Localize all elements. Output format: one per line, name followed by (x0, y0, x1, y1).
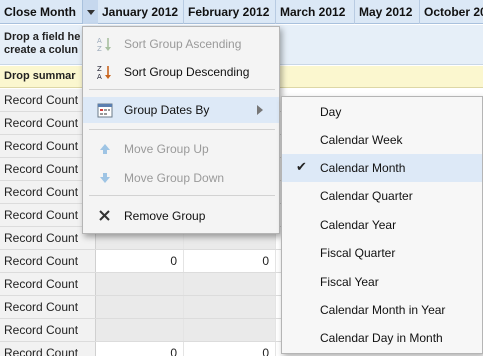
cell-value (96, 319, 184, 341)
move-group-up-item[interactable]: Move Group Up (83, 136, 279, 162)
drop-summary-hint: Drop summar (4, 70, 76, 82)
row-label: Record Count (0, 273, 96, 295)
drop-column-hint-line: Drop a field he (4, 31, 81, 43)
svg-text:A: A (97, 73, 102, 80)
group-menu-toggle[interactable] (82, 0, 98, 24)
date-option-calendar-quarter[interactable]: Calendar Quarter (282, 182, 482, 210)
svg-text:Z: Z (97, 65, 102, 73)
group-dates-by-submenu: Day Calendar Week ✔ Calendar Month Calen… (281, 96, 483, 354)
sort-az-icon: A Z (97, 36, 113, 53)
date-option-fiscal-year[interactable]: Fiscal Year (282, 268, 482, 296)
date-option-label: Fiscal Quarter (320, 246, 396, 260)
menu-item-label: Move Group Up (124, 142, 209, 156)
row-label: Record Count (0, 250, 96, 272)
date-option-calendar-week[interactable]: Calendar Week (282, 126, 482, 154)
sort-group-descending-item[interactable]: Z A Sort Group Descending (83, 59, 279, 85)
remove-group-item[interactable]: Remove Group (83, 203, 279, 229)
date-option-label: Calendar Quarter (320, 189, 413, 203)
cell-value (184, 319, 276, 341)
move-group-down-item[interactable]: Move Group Down (83, 165, 279, 191)
column-header-month[interactable]: January 2012 (98, 0, 184, 24)
cell-value (184, 273, 276, 295)
cell-value: 0 (184, 342, 276, 356)
close-month-header[interactable]: Close Month (0, 0, 82, 24)
sort-za-icon: Z A (97, 64, 113, 81)
arrow-up-icon (97, 141, 113, 157)
cell-value (96, 296, 184, 318)
drop-column-hint: Drop a field he create a colun (4, 31, 88, 57)
drop-column-hint-line: create a colun (4, 44, 78, 56)
menu-item-label: Move Group Down (124, 171, 225, 185)
date-option-label: Calendar Day in Month (320, 331, 443, 345)
date-option-label: Calendar Week (320, 133, 403, 147)
menu-item-label: Group Dates By (124, 103, 210, 117)
cell-value (96, 273, 184, 295)
column-header-row: Close Month January 2012 February 2012 M… (0, 0, 483, 24)
date-option-label: Fiscal Year (320, 275, 379, 289)
menu-item-label: Remove Group (124, 209, 206, 223)
date-option-calendar-day-in-month[interactable]: Calendar Day in Month (282, 324, 482, 352)
row-label: Record Count (0, 342, 96, 356)
column-header-month[interactable]: May 2012 (355, 0, 420, 24)
svg-text:A: A (97, 37, 102, 45)
menu-item-label: Sort Group Descending (124, 65, 250, 79)
date-option-label: Calendar Month in Year (320, 303, 446, 317)
cell-value: 0 (96, 342, 184, 356)
date-option-fiscal-quarter[interactable]: Fiscal Quarter (282, 239, 482, 267)
group-dates-by-item[interactable]: Group Dates By (83, 97, 279, 123)
group-context-menu: A Z Sort Group Ascending Z A Sort Group … (82, 26, 280, 234)
date-option-calendar-month[interactable]: ✔ Calendar Month (282, 154, 482, 182)
close-icon (97, 208, 113, 224)
menu-divider (89, 195, 275, 196)
date-option-label: Day (320, 105, 342, 119)
menu-divider (89, 89, 275, 90)
menu-divider (89, 129, 275, 130)
svg-text:Z: Z (97, 45, 102, 52)
date-option-calendar-month-in-year[interactable]: Calendar Month in Year (282, 296, 482, 324)
calendar-icon (97, 102, 113, 118)
column-header-month[interactable]: October 20 (420, 0, 483, 24)
row-label: Record Count (0, 296, 96, 318)
chevron-down-icon (87, 10, 95, 15)
column-header-month[interactable]: March 2012 (276, 0, 355, 24)
cell-value: 0 (96, 250, 184, 272)
date-option-day[interactable]: Day (282, 98, 482, 126)
date-option-label: Calendar Year (320, 218, 397, 232)
row-label: Record Count (0, 319, 96, 341)
date-option-label: Calendar Month (320, 161, 406, 175)
submenu-arrow-icon (257, 105, 263, 115)
checkmark-icon: ✔ (296, 159, 307, 174)
menu-item-label: Sort Group Ascending (124, 37, 242, 51)
arrow-down-icon (97, 170, 113, 186)
column-header-month[interactable]: February 2012 (184, 0, 276, 24)
sort-group-ascending-item[interactable]: A Z Sort Group Ascending (83, 31, 279, 57)
cell-value: 0 (184, 250, 276, 272)
cell-value (184, 296, 276, 318)
date-option-calendar-year[interactable]: Calendar Year (282, 211, 482, 239)
